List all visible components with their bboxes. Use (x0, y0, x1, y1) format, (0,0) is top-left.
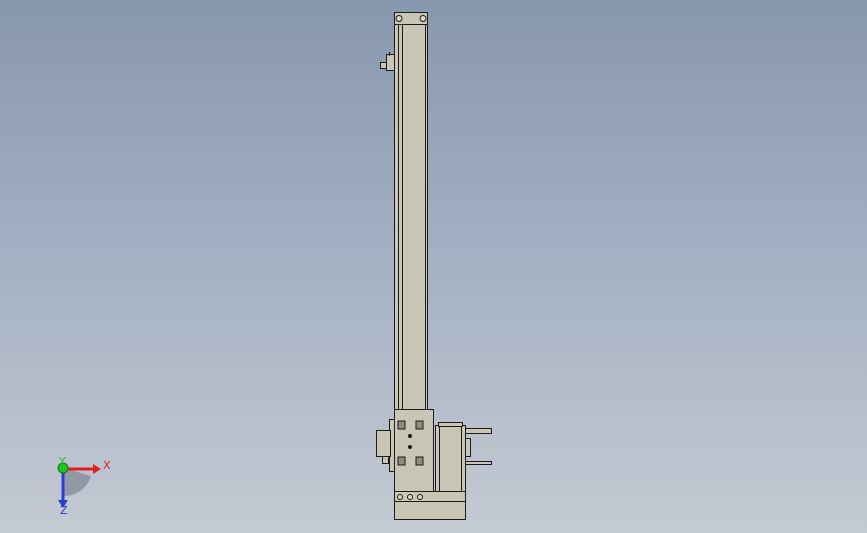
triad-shadow (64, 468, 91, 497)
z-axis-label: Z (60, 504, 68, 517)
x-axis-label: X (103, 459, 111, 472)
x-axis-arrow (93, 464, 101, 474)
view-orientation-triad[interactable]: X Z Y (0, 0, 867, 533)
y-axis-label: Y (58, 455, 66, 468)
graphics-viewport[interactable]: X Z Y (0, 0, 867, 533)
